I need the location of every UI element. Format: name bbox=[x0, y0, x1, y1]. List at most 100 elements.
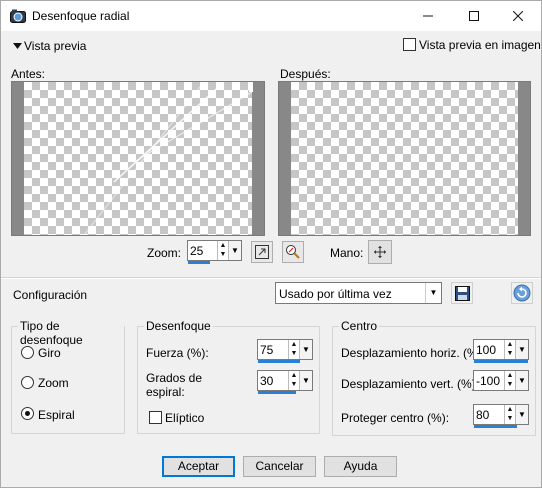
preview-toggle[interactable]: Vista previa bbox=[13, 39, 86, 53]
v-offset-stepper-arrows[interactable]: ▲ ▼ bbox=[504, 371, 515, 390]
maximize-icon bbox=[469, 11, 479, 21]
protect-value: 80 bbox=[476, 408, 490, 422]
spin-up-icon[interactable]: ▲ bbox=[218, 241, 228, 250]
strength-level-bar bbox=[258, 360, 300, 363]
strength-stepper-arrows[interactable]: ▲ ▼ bbox=[288, 340, 299, 359]
elliptic-label: Elíptico bbox=[165, 411, 205, 425]
preview-in-image-label: Vista previa en imagen bbox=[419, 38, 541, 52]
after-preview-canvas bbox=[291, 82, 518, 235]
radio-espiral[interactable] bbox=[21, 407, 34, 420]
reset-icon bbox=[513, 284, 531, 302]
strength-value: 75 bbox=[260, 343, 274, 357]
v-offset-value: -100 bbox=[476, 374, 501, 388]
magnifier-icon bbox=[286, 245, 300, 259]
spin-up-icon[interactable]: ▲ bbox=[505, 340, 515, 349]
h-offset-stepper-arrows[interactable]: ▲ ▼ bbox=[504, 340, 515, 359]
preset-select[interactable]: Usado por última vez ▼ bbox=[275, 282, 442, 304]
section-divider bbox=[1, 278, 541, 279]
radial-streak-lines bbox=[83, 82, 252, 235]
after-label: Después: bbox=[280, 67, 331, 81]
h-offset-stepper[interactable]: 100 ▲ ▼ ▼ bbox=[473, 339, 529, 363]
strength-dropdown-icon[interactable]: ▼ bbox=[299, 340, 312, 359]
minimize-icon bbox=[423, 15, 433, 17]
preview-in-image-checkbox[interactable] bbox=[403, 38, 416, 51]
protect-stepper[interactable]: 80 ▲ ▼ ▼ bbox=[473, 404, 529, 428]
spin-down-icon[interactable]: ▼ bbox=[289, 349, 299, 358]
zoom-fit-icon bbox=[255, 245, 269, 259]
collapse-triangle-icon bbox=[13, 43, 22, 49]
cancel-button[interactable]: Cancelar bbox=[243, 456, 316, 477]
radio-espiral-label: Espiral bbox=[38, 408, 75, 422]
elliptic-checkbox[interactable] bbox=[149, 411, 162, 424]
protect-level-bar bbox=[474, 425, 517, 428]
ok-button[interactable]: Aceptar bbox=[162, 456, 235, 477]
radio-giro[interactable] bbox=[21, 346, 34, 359]
spiral-dropdown-icon[interactable]: ▼ bbox=[299, 371, 312, 390]
config-label: Configuración bbox=[13, 288, 88, 302]
h-offset-value: 100 bbox=[476, 343, 497, 357]
maximize-button[interactable] bbox=[451, 1, 497, 31]
protect-dropdown-icon[interactable]: ▼ bbox=[515, 405, 528, 424]
radio-giro-label: Giro bbox=[38, 346, 61, 360]
window-title: Desenfoque radial bbox=[32, 9, 130, 23]
spin-up-icon[interactable]: ▲ bbox=[505, 371, 515, 380]
radio-zoom[interactable] bbox=[21, 376, 34, 389]
spin-up-icon[interactable]: ▲ bbox=[289, 371, 299, 380]
h-offset-level-bar bbox=[474, 360, 528, 363]
v-offset-stepper[interactable]: -100 ▲ ▼ ▼ bbox=[473, 370, 529, 391]
spiral-label: Grados de espiral: bbox=[146, 371, 203, 399]
strength-stepper[interactable]: 75 ▲ ▼ ▼ bbox=[257, 339, 313, 363]
close-button[interactable] bbox=[495, 1, 541, 31]
preview-toggle-label: Vista previa bbox=[24, 39, 87, 53]
close-icon bbox=[513, 11, 523, 21]
blur-title: Desenfoque bbox=[144, 319, 213, 333]
zoom-dropdown-icon[interactable]: ▼ bbox=[228, 241, 241, 260]
spin-down-icon[interactable]: ▼ bbox=[505, 414, 515, 423]
zoom-stepper[interactable]: 25 ▲ ▼ ▼ bbox=[187, 240, 242, 264]
app-icon bbox=[10, 9, 26, 23]
radio-zoom-label: Zoom bbox=[38, 376, 69, 390]
save-disk-icon bbox=[454, 285, 470, 301]
pan-label: Mano: bbox=[330, 246, 364, 260]
spin-down-icon[interactable]: ▼ bbox=[505, 349, 515, 358]
h-offset-label: Desplazamiento horiz. (%): bbox=[341, 346, 486, 360]
before-label: Antes: bbox=[11, 67, 46, 81]
section-divider-shadow bbox=[1, 277, 541, 278]
after-preview bbox=[278, 81, 531, 236]
title-bar: Desenfoque radial bbox=[1, 1, 541, 31]
save-preset-button[interactable] bbox=[451, 282, 473, 304]
spiral-value: 30 bbox=[260, 374, 274, 388]
dialog-window: Desenfoque radial Vista previa Vista pre… bbox=[0, 0, 542, 488]
help-button[interactable]: Ayuda bbox=[324, 456, 397, 477]
chevron-down-icon[interactable]: ▼ bbox=[425, 283, 441, 303]
minimize-button[interactable] bbox=[405, 1, 451, 31]
protect-stepper-arrows[interactable]: ▲ ▼ bbox=[504, 405, 515, 424]
v-offset-label: Desplazamiento vert. (%): bbox=[341, 377, 480, 391]
before-preview[interactable] bbox=[11, 81, 265, 236]
spin-down-icon[interactable]: ▼ bbox=[218, 250, 228, 259]
strength-label: Fuerza (%): bbox=[146, 346, 209, 360]
spiral-stepper[interactable]: 30 ▲ ▼ ▼ bbox=[257, 370, 313, 394]
v-offset-dropdown-icon[interactable]: ▼ bbox=[515, 371, 528, 390]
center-title: Centro bbox=[339, 319, 380, 333]
reset-defaults-button[interactable] bbox=[511, 282, 533, 304]
pan-tool-button[interactable] bbox=[368, 240, 392, 264]
zoom-stepper-arrows[interactable]: ▲ ▼ bbox=[217, 241, 228, 260]
spin-down-icon[interactable]: ▼ bbox=[289, 380, 299, 389]
zoom-level-bar bbox=[188, 261, 210, 264]
preset-value: Usado por última vez bbox=[279, 287, 392, 301]
h-offset-dropdown-icon[interactable]: ▼ bbox=[515, 340, 528, 359]
blur-type-title: Tipo de desenfoque bbox=[18, 319, 124, 347]
zoom-value: 25 bbox=[190, 244, 204, 258]
zoom-label: Zoom: bbox=[147, 246, 182, 260]
zoom-to-fit-button[interactable] bbox=[251, 241, 273, 263]
zoom-tool-button[interactable] bbox=[282, 241, 304, 263]
spiral-stepper-arrows[interactable]: ▲ ▼ bbox=[288, 371, 299, 390]
spiral-level-bar bbox=[258, 391, 296, 394]
spin-up-icon[interactable]: ▲ bbox=[505, 405, 515, 414]
spin-up-icon[interactable]: ▲ bbox=[289, 340, 299, 349]
protect-label: Proteger centro (%): bbox=[341, 411, 450, 425]
scroll-corner bbox=[249, 82, 253, 92]
move-cross-icon bbox=[374, 246, 386, 258]
spin-down-icon[interactable]: ▼ bbox=[505, 380, 515, 389]
